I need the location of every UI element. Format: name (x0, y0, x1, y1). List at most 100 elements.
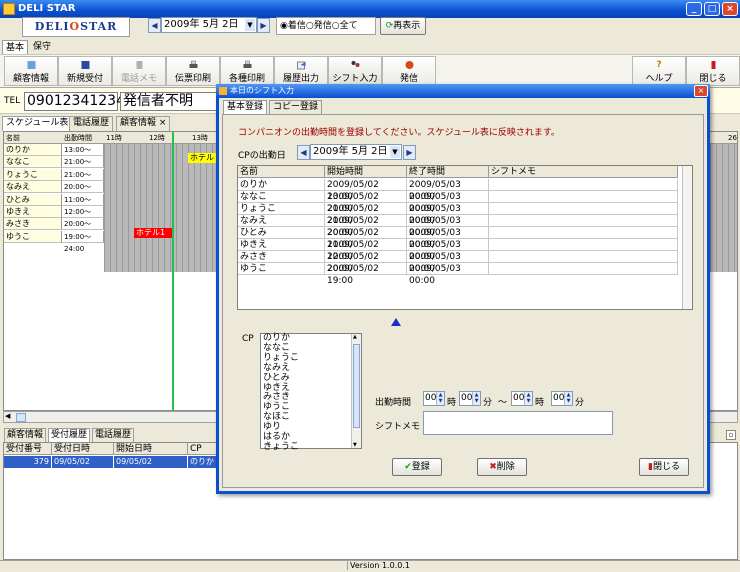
tab-basic[interactable]: 基本 (2, 40, 29, 54)
table-row[interactable]: りょうこ 2009/05/02 21:00 2009/05/03 00:00 (238, 203, 678, 226)
scroll-thumb[interactable] (353, 344, 360, 428)
delete-button[interactable]: ✖削除 (477, 458, 527, 476)
list-item[interactable]: きょうこ (261, 442, 361, 453)
schedule-row-name[interactable]: ひとみ (4, 193, 62, 206)
table-cell-memo (489, 179, 678, 191)
cp-listbox[interactable]: のりか ななこ りょうこ なみえ ひとみ ゆきえ みさき ゆうこ なほこ ゆり はるか きょうこ ▲ … (260, 333, 362, 452)
chevron-down-icon[interactable]: ▼ (390, 146, 400, 158)
scroll-thumb[interactable] (16, 413, 26, 422)
col-cp[interactable]: CP (188, 443, 218, 455)
schedule-event-hotel1[interactable]: ホテル1 (134, 228, 172, 238)
schedule-row-name[interactable]: のりか (4, 144, 62, 156)
prev-date-button[interactable]: ◀ (148, 18, 161, 33)
col-name[interactable]: 名前 (238, 166, 325, 178)
schedule-row-time: 20:00〜24:00 (62, 181, 104, 203)
logo-text-o: O (69, 20, 81, 33)
end-hour-spinner[interactable]: 00 ▲ ▼ (511, 391, 533, 406)
table-row[interactable]: のりか 2009/05/02 13:00 2009/05/03 00:00 (238, 179, 678, 202)
spin-arrows-icon[interactable]: ▲ ▼ (524, 392, 532, 405)
spin-arrows-icon[interactable]: ▲ ▼ (564, 392, 572, 405)
shift-table-scrollbar[interactable] (682, 166, 692, 309)
cp-date-picker[interactable]: 2009年 5月 2日 ▼ (310, 144, 402, 160)
header-11: 11時 (106, 134, 122, 142)
help-button[interactable]: ? ヘルプ (632, 56, 686, 86)
schedule-row-name[interactable]: なみえ (4, 181, 62, 194)
cp-list-scrollbar[interactable]: ▲ ▼ (351, 334, 361, 448)
start-hour-spinner[interactable]: 00 ▲ ▼ (423, 391, 445, 406)
schedule-row-name[interactable]: ゆうこ (4, 230, 62, 243)
col-start[interactable]: 開始日時 (114, 443, 188, 455)
help-icon: ? (656, 60, 662, 70)
col-received[interactable]: 受付日時 (52, 443, 114, 455)
date-picker[interactable]: 2009年 5月 2日 ▼ (161, 17, 257, 33)
tab-call-history[interactable]: 電話履歴 (69, 116, 114, 131)
tel-number-field[interactable]: 09012341234 (24, 92, 125, 111)
tab-schedule[interactable]: スケジュール表 (2, 116, 73, 131)
range-separator: 〜 (498, 398, 508, 408)
app-icon (3, 3, 15, 15)
tab-customer-info[interactable]: 顧客情報 × (116, 116, 171, 131)
table-row[interactable]: ゆきえ 2009/05/02 12:00 2009/05/03 00:00 (238, 239, 678, 262)
window-close-button[interactable]: × (722, 2, 738, 16)
spin-arrows-icon[interactable]: ▲ ▼ (436, 392, 444, 405)
radio-incoming[interactable]: ◉着信 (280, 21, 306, 31)
various-print-button[interactable]: 各種印刷 (220, 56, 274, 86)
table-row[interactable]: みさき 2009/05/02 20:00 2009/05/03 00:00 (238, 251, 678, 274)
table-cell-start: 2009/05/02 13:00 (325, 179, 407, 202)
slip-print-button[interactable]: 伝票印刷 (166, 56, 220, 86)
maximize-button[interactable]: □ (704, 2, 720, 16)
register-button[interactable]: ✔登録 (392, 458, 442, 476)
schedule-row-name[interactable]: ななこ (4, 156, 62, 169)
history-export-button[interactable]: 履歴出力 (274, 56, 328, 86)
schedule-row-name[interactable]: ゆきえ (4, 206, 62, 218)
minimize-button[interactable]: _ (686, 2, 702, 16)
table-cell[interactable]: のりか (188, 456, 218, 468)
tab-copy-register[interactable]: コピー登録 (269, 100, 323, 114)
table-row[interactable]: 379 (4, 456, 52, 468)
table-cell[interactable]: 09/05/02 12:33 (52, 456, 114, 478)
shift-memo-field[interactable] (423, 411, 613, 435)
schedule-row-name[interactable]: みさき (4, 218, 62, 231)
col-shift-memo[interactable]: シフトメモ (489, 166, 678, 178)
col-start-time[interactable]: 開始時間 (325, 166, 407, 178)
spin-arrows-icon[interactable]: ▲ ▼ (472, 392, 480, 405)
table-row[interactable]: ななこ 2009/05/02 21:00 2009/05/03 00:00 (238, 191, 678, 214)
start-minute-spinner[interactable]: 00 ▲ ▼ (459, 391, 481, 406)
table-row[interactable]: ひとみ 2009/05/02 11:00 2009/05/03 00:00 (238, 227, 678, 250)
col-end-time[interactable]: 終了時間 (407, 166, 489, 178)
schedule-row-name[interactable]: りょうこ (4, 168, 62, 181)
table-cell[interactable]: 09/05/02 13:00:00 (114, 456, 188, 478)
new-order-icon (81, 61, 89, 69)
new-order-button[interactable]: 新規受付 (58, 56, 112, 86)
phone-memo-button[interactable]: 電話メモ (112, 56, 166, 86)
chevron-down-icon[interactable]: ▼ (245, 19, 255, 31)
radio-all[interactable]: ○全て (332, 21, 358, 31)
table-cell-name: ゆうこ (238, 263, 325, 275)
table-row[interactable]: ゆうこ 2009/05/02 19:00 2009/05/03 00:00 (238, 263, 678, 286)
tab-bottom-customer[interactable]: 顧客情報 (4, 428, 47, 442)
logo-text-star: STAR (80, 20, 118, 33)
dialog-close-icon[interactable]: × (694, 85, 708, 97)
cp-next-date-button[interactable]: ▶ (403, 145, 416, 160)
customer-info-button[interactable]: 顧客情報 (4, 56, 58, 86)
panel-toggle-icon[interactable]: ▫ (726, 430, 736, 440)
col-order-no[interactable]: 受付番号 (4, 443, 52, 455)
refresh-button[interactable]: ⟳再表示 (380, 17, 426, 35)
tab-bottom-order-history[interactable]: 受付履歴 (48, 428, 91, 442)
move-up-arrow-icon[interactable] (391, 318, 401, 326)
radio-outgoing[interactable]: ○発信 (306, 21, 332, 31)
tab-maintenance[interactable]: 保守 (30, 40, 54, 54)
cp-prev-date-button[interactable]: ◀ (297, 145, 310, 160)
shift-input-button[interactable]: シフト入力 (328, 56, 382, 86)
table-row[interactable]: なみえ 2009/05/02 20:00 2009/05/03 00:00 (238, 215, 678, 238)
tab-bottom-call-history[interactable]: 電話履歴 (92, 428, 135, 442)
call-button[interactable]: 発信 (382, 56, 436, 86)
scroll-up-icon[interactable]: ▲ (353, 334, 357, 340)
tab-basic-register[interactable]: 基本登録 (223, 100, 268, 114)
app-close-button[interactable]: 閉じる (686, 56, 740, 86)
dialog-close-button[interactable]: ▮閉じる (639, 458, 689, 476)
next-date-button[interactable]: ▶ (257, 18, 270, 33)
end-minute-spinner[interactable]: 00 ▲ ▼ (551, 391, 573, 406)
scroll-down-icon[interactable]: ▼ (353, 442, 357, 448)
scroll-left-icon[interactable]: ◀ (5, 412, 10, 420)
